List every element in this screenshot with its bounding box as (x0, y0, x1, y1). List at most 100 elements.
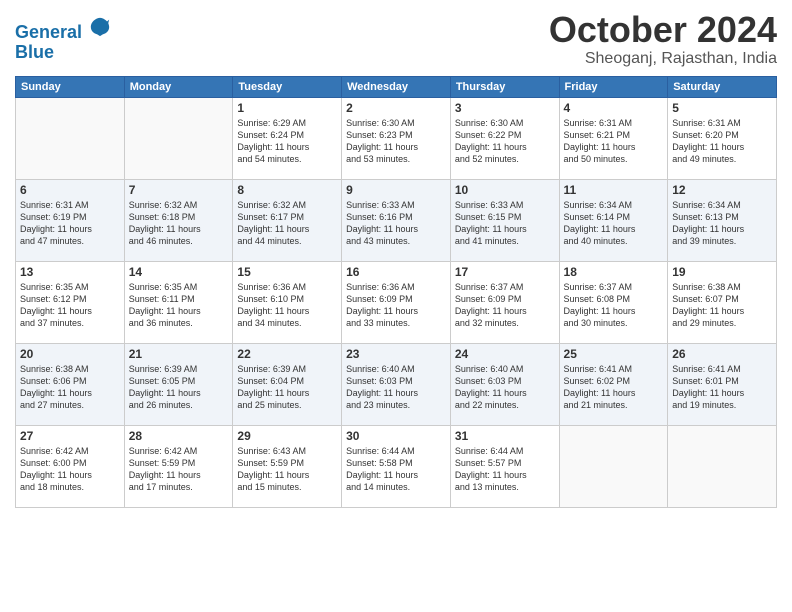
day-number: 10 (455, 183, 555, 197)
cell-content: Sunrise: 6:34 AM Sunset: 6:14 PM Dayligh… (564, 199, 664, 248)
day-number: 15 (237, 265, 337, 279)
calendar-cell: 31 Sunrise: 6:44 AM Sunset: 5:57 PM Dayli… (450, 425, 559, 507)
logo-icon (89, 16, 111, 38)
cell-content: Sunrise: 6:31 AM Sunset: 6:21 PM Dayligh… (564, 117, 664, 166)
calendar-cell: 14Sunrise: 6:35 AM Sunset: 6:11 PM Dayli… (124, 261, 233, 343)
day-number: 31 (455, 429, 555, 443)
calendar-cell: 16 Sunrise: 6:36 AM Sunset: 6:09 PM Dayli… (342, 261, 451, 343)
day-number: 3 (455, 101, 555, 115)
calendar-cell (16, 97, 125, 179)
day-number: 1 (237, 101, 337, 115)
calendar-cell: 13 Sunrise: 6:35 AM Sunset: 6:12 PM Dayli… (16, 261, 125, 343)
cell-content: Sunrise: 6:30 AM Sunset: 6:22 PM Dayligh… (455, 117, 555, 166)
day-number: 8 (237, 183, 337, 197)
calendar-cell: 24Sunrise: 6:40 AM Sunset: 6:03 PM Dayli… (450, 343, 559, 425)
day-number: 4 (564, 101, 664, 115)
cell-content: Sunrise: 6:37 AM Sunset: 6:08 PM Dayligh… (564, 281, 664, 330)
day-number: 13 (20, 265, 120, 279)
logo-blue: Blue (15, 43, 111, 63)
day-number: 9 (346, 183, 446, 197)
calendar-cell: 5 Sunrise: 6:31 AM Sunset: 6:20 PM Daylig… (668, 97, 777, 179)
day-number: 27 (20, 429, 120, 443)
calendar-cell: 27 Sunrise: 6:42 AM Sunset: 6:00 PM Dayli… (16, 425, 125, 507)
cell-content: Sunrise: 6:39 AM Sunset: 6:04 PM Dayligh… (237, 363, 337, 412)
week-row-5: 27 Sunrise: 6:42 AM Sunset: 6:00 PM Dayli… (16, 425, 777, 507)
cell-content: Sunrise: 6:30 AM Sunset: 6:23 PM Dayligh… (346, 117, 446, 166)
day-number: 20 (20, 347, 120, 361)
cell-content: Sunrise: 6:42 AM Sunset: 6:00 PM Dayligh… (20, 445, 120, 494)
cell-content: Sunrise: 6:36 AM Sunset: 6:09 PM Dayligh… (346, 281, 446, 330)
calendar-cell: 25 Sunrise: 6:41 AM Sunset: 6:02 PM Dayli… (559, 343, 668, 425)
cell-content: Sunrise: 6:41 AM Sunset: 6:01 PM Dayligh… (672, 363, 772, 412)
cell-content: Sunrise: 6:35 AM Sunset: 6:11 PM Dayligh… (129, 281, 229, 330)
weekday-header-row: SundayMondayTuesdayWednesdayThursdayFrid… (16, 76, 777, 97)
day-number: 21 (129, 347, 229, 361)
day-number: 19 (672, 265, 772, 279)
weekday-header-saturday: Saturday (668, 76, 777, 97)
calendar-cell: 8 Sunrise: 6:32 AM Sunset: 6:17 PM Daylig… (233, 179, 342, 261)
calendar-cell: 23Sunrise: 6:40 AM Sunset: 6:03 PM Dayli… (342, 343, 451, 425)
calendar-cell: 28Sunrise: 6:42 AM Sunset: 5:59 PM Dayli… (124, 425, 233, 507)
day-number: 5 (672, 101, 772, 115)
calendar-cell: 18 Sunrise: 6:37 AM Sunset: 6:08 PM Dayli… (559, 261, 668, 343)
cell-content: Sunrise: 6:41 AM Sunset: 6:02 PM Dayligh… (564, 363, 664, 412)
cell-content: Sunrise: 6:40 AM Sunset: 6:03 PM Dayligh… (346, 363, 446, 412)
calendar-cell: 11 Sunrise: 6:34 AM Sunset: 6:14 PM Dayli… (559, 179, 668, 261)
cell-content: Sunrise: 6:32 AM Sunset: 6:17 PM Dayligh… (237, 199, 337, 248)
cell-content: Sunrise: 6:32 AM Sunset: 6:18 PM Dayligh… (129, 199, 229, 248)
calendar-cell (124, 97, 233, 179)
cell-content: Sunrise: 6:35 AM Sunset: 6:12 PM Dayligh… (20, 281, 120, 330)
calendar-cell (559, 425, 668, 507)
cell-content: Sunrise: 6:38 AM Sunset: 6:07 PM Dayligh… (672, 281, 772, 330)
cell-content: Sunrise: 6:44 AM Sunset: 5:57 PM Dayligh… (455, 445, 555, 494)
calendar-cell: 4 Sunrise: 6:31 AM Sunset: 6:21 PM Daylig… (559, 97, 668, 179)
page-container: General Blue October 2024 Sheoganj, Raja… (0, 0, 792, 612)
weekday-header-wednesday: Wednesday (342, 76, 451, 97)
calendar-cell: 2Sunrise: 6:30 AM Sunset: 6:23 PM Daylig… (342, 97, 451, 179)
calendar-cell: 9 Sunrise: 6:33 AM Sunset: 6:16 PM Daylig… (342, 179, 451, 261)
day-number: 6 (20, 183, 120, 197)
day-number: 25 (564, 347, 664, 361)
cell-content: Sunrise: 6:33 AM Sunset: 6:16 PM Dayligh… (346, 199, 446, 248)
logo-text: General (15, 16, 111, 43)
week-row-3: 13 Sunrise: 6:35 AM Sunset: 6:12 PM Dayli… (16, 261, 777, 343)
cell-content: Sunrise: 6:34 AM Sunset: 6:13 PM Dayligh… (672, 199, 772, 248)
calendar-cell: 29Sunrise: 6:43 AM Sunset: 5:59 PM Dayli… (233, 425, 342, 507)
calendar-cell: 19 Sunrise: 6:38 AM Sunset: 6:07 PM Dayli… (668, 261, 777, 343)
day-number: 30 (346, 429, 446, 443)
day-number: 26 (672, 347, 772, 361)
calendar-cell: 17 Sunrise: 6:37 AM Sunset: 6:09 PM Dayli… (450, 261, 559, 343)
calendar-cell: 12 Sunrise: 6:34 AM Sunset: 6:13 PM Dayli… (668, 179, 777, 261)
weekday-header-sunday: Sunday (16, 76, 125, 97)
logo: General Blue (15, 16, 111, 63)
calendar-cell: 20Sunrise: 6:38 AM Sunset: 6:06 PM Dayli… (16, 343, 125, 425)
title-block: October 2024 Sheoganj, Rajasthan, India (549, 10, 777, 68)
calendar-cell: 7 Sunrise: 6:32 AM Sunset: 6:18 PM Daylig… (124, 179, 233, 261)
logo-general: General (15, 22, 82, 42)
day-number: 17 (455, 265, 555, 279)
day-number: 22 (237, 347, 337, 361)
day-number: 11 (564, 183, 664, 197)
cell-content: Sunrise: 6:33 AM Sunset: 6:15 PM Dayligh… (455, 199, 555, 248)
week-row-2: 6Sunrise: 6:31 AM Sunset: 6:19 PM Daylig… (16, 179, 777, 261)
calendar-cell: 3 Sunrise: 6:30 AM Sunset: 6:22 PM Daylig… (450, 97, 559, 179)
day-number: 12 (672, 183, 772, 197)
day-number: 24 (455, 347, 555, 361)
cell-content: Sunrise: 6:43 AM Sunset: 5:59 PM Dayligh… (237, 445, 337, 494)
cell-content: Sunrise: 6:42 AM Sunset: 5:59 PM Dayligh… (129, 445, 229, 494)
cell-content: Sunrise: 6:31 AM Sunset: 6:20 PM Dayligh… (672, 117, 772, 166)
location: Sheoganj, Rajasthan, India (549, 50, 777, 68)
calendar-cell: 26 Sunrise: 6:41 AM Sunset: 6:01 PM Dayli… (668, 343, 777, 425)
day-number: 18 (564, 265, 664, 279)
calendar-cell (668, 425, 777, 507)
month-title: October 2024 (549, 10, 777, 50)
weekday-header-friday: Friday (559, 76, 668, 97)
page-header: General Blue October 2024 Sheoganj, Raja… (15, 10, 777, 68)
week-row-4: 20Sunrise: 6:38 AM Sunset: 6:06 PM Dayli… (16, 343, 777, 425)
cell-content: Sunrise: 6:37 AM Sunset: 6:09 PM Dayligh… (455, 281, 555, 330)
day-number: 7 (129, 183, 229, 197)
calendar-cell: 6Sunrise: 6:31 AM Sunset: 6:19 PM Daylig… (16, 179, 125, 261)
day-number: 16 (346, 265, 446, 279)
cell-content: Sunrise: 6:44 AM Sunset: 5:58 PM Dayligh… (346, 445, 446, 494)
calendar-cell: 30 Sunrise: 6:44 AM Sunset: 5:58 PM Dayli… (342, 425, 451, 507)
